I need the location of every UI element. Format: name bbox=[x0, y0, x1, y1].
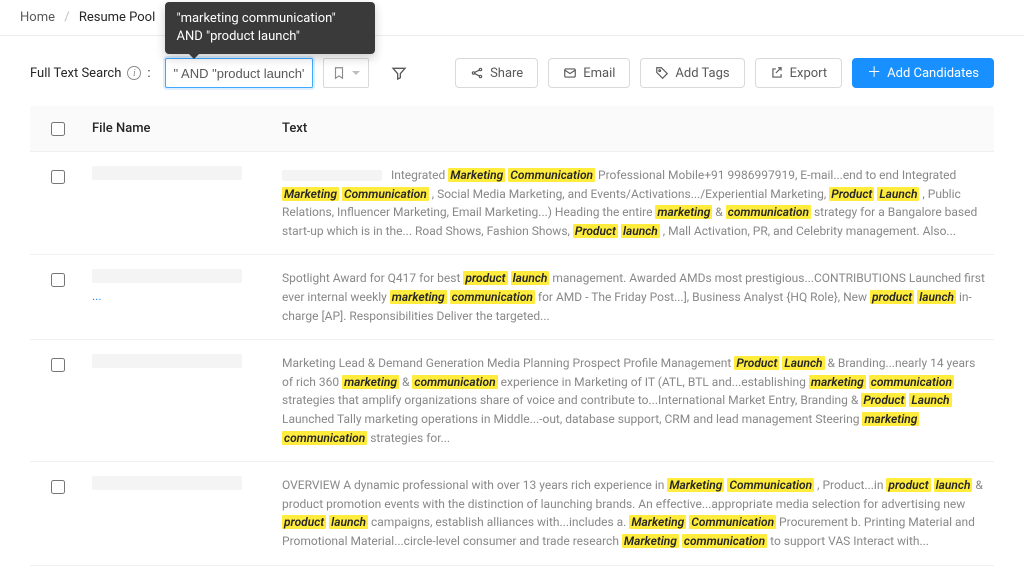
highlight: product bbox=[870, 290, 914, 304]
envelope-icon bbox=[563, 66, 577, 80]
plus-icon: ＋ bbox=[867, 66, 881, 80]
highlight: Communication bbox=[508, 168, 595, 182]
col-header-filename: File Name bbox=[86, 121, 276, 136]
highlight: Marketing bbox=[629, 515, 686, 529]
filename-ellipsis[interactable]: ... bbox=[92, 289, 102, 303]
results-table: File Name Text Integrated Marketing Comm… bbox=[0, 106, 1024, 566]
highlight: product bbox=[886, 478, 930, 492]
chevron-down-icon bbox=[352, 71, 360, 75]
highlight: launch bbox=[329, 515, 368, 529]
tag-icon bbox=[655, 66, 669, 80]
search-input[interactable] bbox=[165, 58, 313, 88]
search-label-text: Full Text Search bbox=[30, 66, 121, 81]
highlight: Product bbox=[861, 393, 906, 407]
highlight: Launch bbox=[909, 393, 951, 407]
highlight: Marketing bbox=[622, 534, 679, 548]
highlight: product bbox=[282, 515, 326, 529]
highlight: product bbox=[463, 271, 507, 285]
text-cell: OVERVIEW A dynamic professional with ove… bbox=[276, 476, 994, 550]
share-button[interactable]: Share bbox=[455, 58, 538, 88]
file-name-cell bbox=[86, 166, 276, 240]
text-cell: Marketing Lead & Demand Generation Media… bbox=[276, 354, 994, 447]
export-button[interactable]: Export bbox=[755, 58, 843, 88]
toolbar: Full Text Search i : "marketing communic… bbox=[0, 36, 1024, 106]
search-input-wrap: "marketing communication" AND "product l… bbox=[165, 58, 313, 88]
highlight: marketing bbox=[390, 290, 447, 304]
bookmark-icon bbox=[332, 66, 346, 80]
filter-icon bbox=[391, 65, 407, 81]
search-history-button[interactable] bbox=[323, 58, 369, 88]
highlight: Communication bbox=[727, 478, 814, 492]
highlight: communication bbox=[869, 375, 954, 389]
table-row: OVERVIEW A dynamic professional with ove… bbox=[30, 462, 994, 565]
export-icon bbox=[770, 66, 784, 80]
highlight: Marketing bbox=[667, 478, 724, 492]
highlight: Marketing bbox=[448, 168, 505, 182]
highlight: Communication bbox=[689, 515, 776, 529]
highlight: communication bbox=[682, 534, 767, 548]
breadcrumb-separator: / bbox=[64, 10, 69, 25]
highlight: communication bbox=[450, 290, 535, 304]
highlight: marketing bbox=[809, 375, 866, 389]
breadcrumb: Home / Resume Pool bbox=[0, 0, 1024, 36]
highlight: marketing bbox=[342, 375, 399, 389]
highlight: launch bbox=[917, 290, 956, 304]
search-tooltip: "marketing communication" AND "product l… bbox=[165, 2, 375, 54]
breadcrumb-home[interactable]: Home bbox=[20, 10, 55, 25]
redacted-text bbox=[282, 170, 382, 181]
table-row: Integrated Marketing Communication Profe… bbox=[30, 152, 994, 255]
file-name-cell bbox=[86, 354, 276, 447]
row-checkbox[interactable] bbox=[51, 170, 65, 184]
row-checkbox[interactable] bbox=[51, 358, 65, 372]
highlight: communication bbox=[412, 375, 497, 389]
text-cell: Spotlight Award for Q417 for best produc… bbox=[276, 269, 994, 325]
add-tags-button[interactable]: Add Tags bbox=[640, 58, 744, 88]
highlight: Product bbox=[573, 224, 618, 238]
share-icon bbox=[470, 66, 484, 80]
highlight: communication bbox=[726, 205, 811, 219]
highlight: launch bbox=[621, 224, 660, 238]
col-header-text: Text bbox=[276, 121, 994, 136]
select-all-checkbox[interactable] bbox=[51, 122, 65, 136]
table-row: Marketing Lead & Demand Generation Media… bbox=[30, 340, 994, 462]
highlight: marketing bbox=[862, 412, 919, 426]
breadcrumb-current: Resume Pool bbox=[79, 10, 155, 25]
highlight: Product bbox=[829, 187, 874, 201]
highlight: Launch bbox=[877, 187, 919, 201]
search-label-suffix: : bbox=[147, 66, 150, 81]
file-name-cell bbox=[86, 476, 276, 550]
email-button[interactable]: Email bbox=[548, 58, 630, 88]
text-cell: Integrated Marketing Communication Profe… bbox=[276, 166, 994, 240]
highlight: marketing bbox=[655, 205, 712, 219]
highlight: Launch bbox=[782, 356, 824, 370]
highlight: Communication bbox=[342, 187, 429, 201]
search-label: Full Text Search i : bbox=[30, 66, 151, 81]
highlight: Product bbox=[734, 356, 779, 370]
highlight: communication bbox=[282, 431, 367, 445]
highlight: Marketing bbox=[282, 187, 339, 201]
highlight: launch bbox=[934, 478, 973, 492]
row-checkbox[interactable] bbox=[51, 273, 65, 287]
filter-button[interactable] bbox=[383, 58, 415, 88]
add-candidates-button[interactable]: ＋ Add Candidates bbox=[852, 58, 994, 88]
file-name-cell: ... bbox=[86, 269, 276, 325]
table-header: File Name Text bbox=[30, 106, 994, 152]
row-checkbox[interactable] bbox=[51, 480, 65, 494]
info-icon[interactable]: i bbox=[127, 66, 141, 80]
table-row: ... Spotlight Award for Q417 for best pro… bbox=[30, 255, 994, 340]
highlight: launch bbox=[511, 271, 550, 285]
